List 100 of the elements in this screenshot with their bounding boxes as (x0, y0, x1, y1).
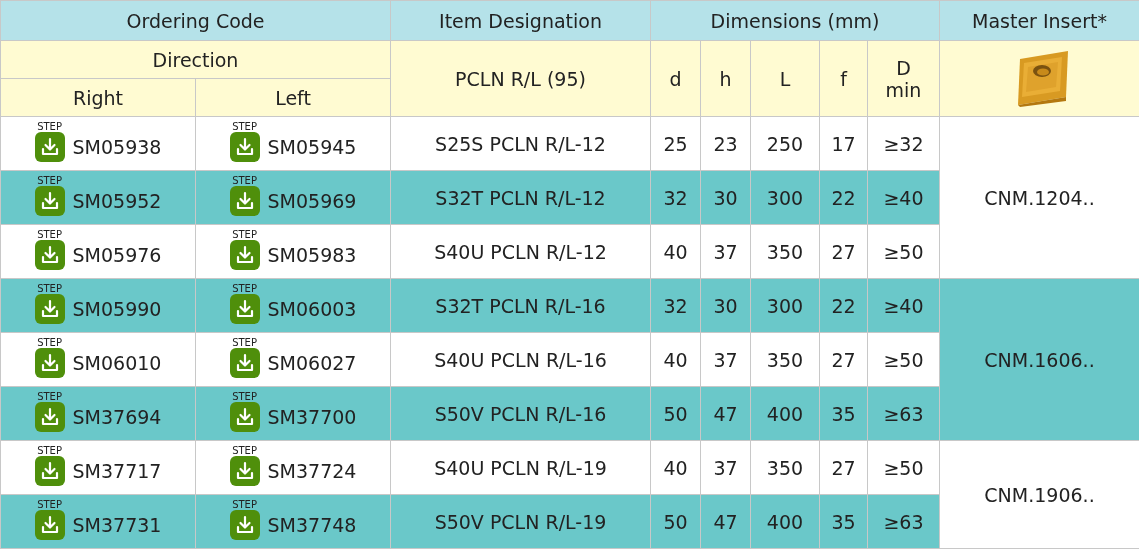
dimension-cell: 25 (650, 116, 701, 171)
order-code: SM05976 (72, 243, 162, 268)
designation-cell: S32T PCLN R/L-12 (390, 170, 651, 225)
dimension-cell: 40 (650, 332, 701, 387)
dimension-cell: 17 (819, 116, 868, 171)
dimension-cell: 250 (750, 116, 820, 171)
order-code: SM37731 (72, 513, 162, 538)
dimension-cell: ≥50 (867, 332, 940, 387)
dimension-cell: ≥63 (867, 494, 940, 549)
step-label: STEP (37, 499, 62, 510)
dimension-cell: 22 (819, 278, 868, 333)
designation-cell: S50V PCLN R/L-16 (390, 386, 651, 441)
dimension-cell: 300 (750, 278, 820, 333)
column-header: Direction (0, 40, 391, 79)
download-icon[interactable] (229, 402, 260, 432)
step-label: STEP (37, 445, 62, 456)
step-label: STEP (37, 337, 62, 348)
step-label: STEP (232, 445, 257, 456)
order-code: SM37717 (72, 459, 162, 484)
dimension-cell: 27 (819, 332, 868, 387)
column-header: f (819, 40, 868, 117)
download-icon[interactable] (34, 510, 65, 540)
step-label: STEP (37, 121, 62, 132)
dimension-cell: 37 (700, 440, 751, 495)
designation-cell: S40U PCLN R/L-19 (390, 440, 651, 495)
column-header: Right (0, 78, 196, 117)
order-code: SM05990 (72, 297, 162, 322)
step-label: STEP (232, 391, 257, 402)
dimension-cell: 37 (700, 332, 751, 387)
designation-cell: S25S PCLN R/L-12 (390, 116, 651, 171)
column-header: d (650, 40, 701, 117)
designation-cell: S40U PCLN R/L-16 (390, 332, 651, 387)
dimension-cell: 400 (750, 386, 820, 441)
column-header: Item Designation (390, 0, 651, 41)
order-code: SM37700 (267, 405, 357, 430)
dimension-cell: ≥50 (867, 224, 940, 279)
download-icon[interactable] (229, 510, 260, 540)
dimension-cell: 23 (700, 116, 751, 171)
dimension-cell: 350 (750, 332, 820, 387)
step-label: STEP (232, 499, 257, 510)
insert-cell: CNM.1204.. (939, 116, 1139, 279)
dimension-cell: 30 (700, 278, 751, 333)
step-label: STEP (37, 391, 62, 402)
designation-cell: S40U PCLN R/L-12 (390, 224, 651, 279)
dimension-cell: 37 (700, 224, 751, 279)
insert-cell: CNM.1606.. (939, 278, 1139, 441)
step-label: STEP (232, 175, 257, 186)
dimension-cell: 40 (650, 440, 701, 495)
order-code: SM05969 (267, 189, 357, 214)
column-header: h (700, 40, 751, 117)
step-label: STEP (37, 229, 62, 240)
download-icon[interactable] (229, 294, 260, 324)
dimension-cell: ≥40 (867, 278, 940, 333)
order-code: SM37694 (72, 405, 162, 430)
dimension-cell: 32 (650, 278, 701, 333)
dimension-cell: 35 (819, 494, 868, 549)
dimension-cell: 27 (819, 224, 868, 279)
order-code: SM37724 (267, 459, 357, 484)
download-icon[interactable] (229, 186, 260, 216)
designation-cell: S50V PCLN R/L-19 (390, 494, 651, 549)
download-icon[interactable] (34, 294, 65, 324)
column-header: Master Insert* (939, 0, 1139, 41)
order-code: SM05983 (267, 243, 357, 268)
step-label: STEP (232, 283, 257, 294)
dimension-cell: ≥63 (867, 386, 940, 441)
dimension-cell: 32 (650, 170, 701, 225)
download-icon[interactable] (34, 240, 65, 270)
download-icon[interactable] (229, 456, 260, 486)
dimension-cell: 400 (750, 494, 820, 549)
download-icon[interactable] (34, 402, 65, 432)
download-icon[interactable] (229, 348, 260, 378)
column-header: PCLN R/L (95) (390, 40, 651, 117)
dimension-cell: 47 (700, 494, 751, 549)
order-code: SM05938 (72, 135, 162, 160)
dimension-cell: ≥40 (867, 170, 940, 225)
dimension-cell: 47 (700, 386, 751, 441)
download-icon[interactable] (34, 348, 65, 378)
download-icon[interactable] (229, 240, 260, 270)
dimension-cell: 22 (819, 170, 868, 225)
order-code: SM05945 (267, 135, 357, 160)
dimension-cell: 350 (750, 440, 820, 495)
dimension-cell: ≥32 (867, 116, 940, 171)
download-icon[interactable] (229, 132, 260, 162)
designation-cell: S32T PCLN R/L-16 (390, 278, 651, 333)
step-label: STEP (37, 283, 62, 294)
step-label: STEP (37, 175, 62, 186)
order-code: SM37748 (267, 513, 357, 538)
order-code: SM05952 (72, 189, 162, 214)
order-code: SM06010 (72, 351, 162, 376)
download-icon[interactable] (34, 132, 65, 162)
dimension-cell: 350 (750, 224, 820, 279)
order-code: SM06003 (267, 297, 357, 322)
dimension-cell: 30 (700, 170, 751, 225)
dimension-cell: 50 (650, 494, 701, 549)
order-code: SM06027 (267, 351, 357, 376)
dimension-cell: ≥50 (867, 440, 940, 495)
insert-cell: CNM.1906.. (939, 440, 1139, 549)
download-icon[interactable] (34, 456, 65, 486)
download-icon[interactable] (34, 186, 65, 216)
dimension-cell: 35 (819, 386, 868, 441)
